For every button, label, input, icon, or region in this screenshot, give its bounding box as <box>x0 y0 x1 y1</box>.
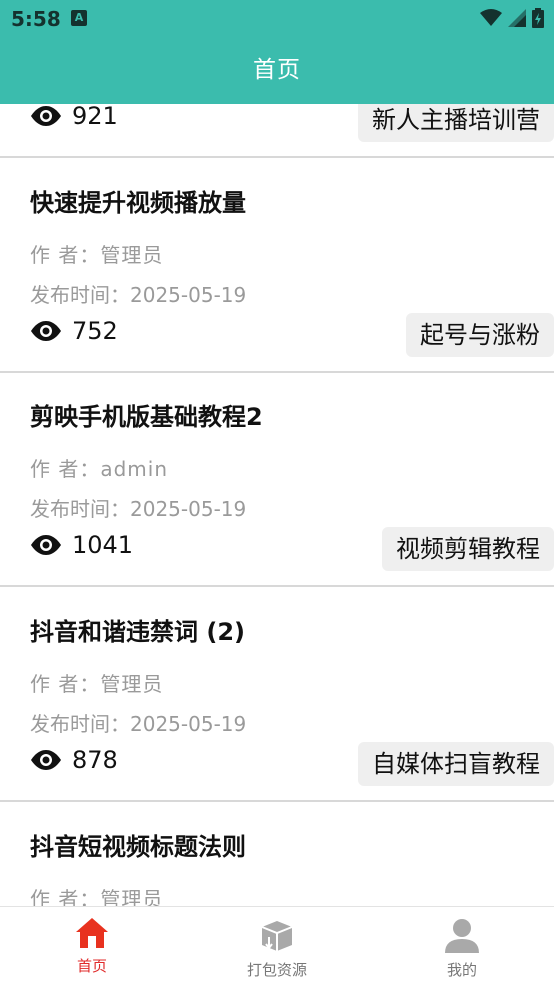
view-count: 878 <box>30 746 118 774</box>
category-tag[interactable]: 新人主播培训营 <box>358 104 554 142</box>
divider <box>0 800 554 802</box>
article-title: 快速提升视频播放量 <box>30 189 246 217</box>
view-count: 1041 <box>30 531 133 559</box>
eye-icon <box>31 106 61 126</box>
view-count-value: 1041 <box>72 531 134 559</box>
battery-icon <box>532 8 544 28</box>
article-list[interactable]: 921 新人主播培训营 快速提升视频播放量 作 者：管理员 发布时间：2025-… <box>0 104 554 906</box>
user-icon <box>445 919 479 953</box>
view-count-value: 921 <box>72 104 118 130</box>
status-time: 5:58 <box>11 7 61 31</box>
wifi-icon <box>480 9 502 26</box>
tab-profile[interactable]: 我的 <box>402 917 522 980</box>
article-date: 发布时间：2025-05-19 <box>30 497 247 521</box>
list-item[interactable]: 抖音短视频标题法则 作 者：管理员 <box>15 803 541 906</box>
category-tag[interactable]: 视频剪辑教程 <box>382 527 554 571</box>
category-tag[interactable]: 起号与涨粉 <box>406 313 554 357</box>
article-date: 发布时间：2025-05-19 <box>30 283 247 307</box>
view-count-value: 752 <box>72 317 118 345</box>
list-item[interactable]: 921 新人主播培训营 <box>0 104 554 158</box>
notification-icon: A <box>71 10 87 26</box>
status-icons <box>480 8 544 28</box>
eye-icon <box>31 535 61 555</box>
eye-icon <box>31 321 61 341</box>
article-date: 发布时间：2025-05-19 <box>30 712 247 736</box>
article-author: 作 者：管理员 <box>30 887 164 906</box>
article-title: 抖音短视频标题法则 <box>30 833 246 861</box>
tab-label: 我的 <box>446 961 477 979</box>
divider <box>0 156 554 158</box>
list-item[interactable]: 快速提升视频播放量 作 者：管理员 发布时间：2025-05-19 752 起号… <box>0 159 554 373</box>
tab-label: 首页 <box>76 957 107 975</box>
article-title: 剪映手机版基础教程2 <box>30 403 263 431</box>
package-icon <box>261 921 293 951</box>
article-title: 抖音和谐违禁词 (2) <box>30 618 245 646</box>
home-icon <box>76 918 108 948</box>
view-count: 752 <box>30 317 118 345</box>
article-author: 作 者：管理员 <box>30 243 164 267</box>
page-title: 首页 <box>253 57 301 83</box>
view-count-value: 878 <box>72 746 118 774</box>
divider <box>0 585 554 587</box>
tab-package[interactable]: 打包资源 <box>217 917 337 980</box>
tab-home[interactable]: 首页 <box>32 917 152 976</box>
view-count: 921 <box>30 104 118 130</box>
list-item[interactable]: 剪映手机版基础教程2 作 者：admin 发布时间：2025-05-19 104… <box>0 373 554 587</box>
status-bar: 5:58 A <box>0 0 554 38</box>
article-author: 作 者：admin <box>30 457 169 481</box>
app-bar: 首页 <box>0 38 554 104</box>
list-item[interactable]: 抖音和谐违禁词 (2) 作 者：管理员 发布时间：2025-05-19 878 … <box>0 588 554 802</box>
signal-icon <box>508 9 526 27</box>
article-author: 作 者：管理员 <box>30 672 164 696</box>
tab-label: 打包资源 <box>246 961 307 979</box>
bottom-tab-bar: 首页 打包资源 我的 <box>0 906 554 985</box>
category-tag[interactable]: 自媒体扫盲教程 <box>358 742 554 786</box>
eye-icon <box>31 750 61 770</box>
